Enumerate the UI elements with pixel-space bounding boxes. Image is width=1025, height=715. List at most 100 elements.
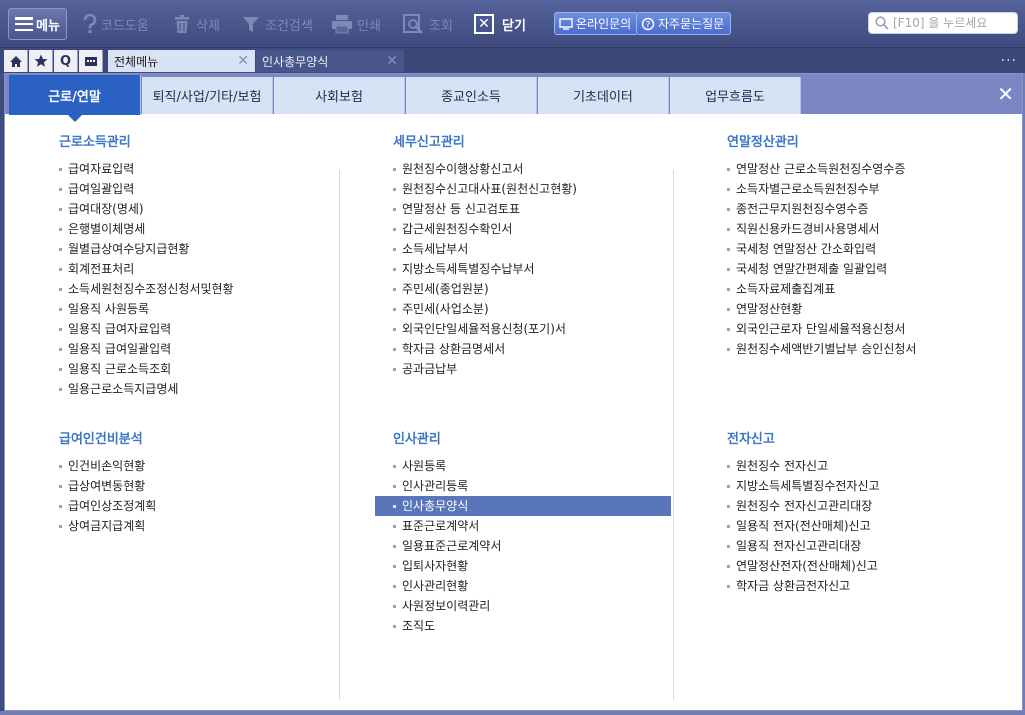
menu-item[interactable]: 학자금 상환금명세서 (393, 339, 577, 359)
menu-item[interactable]: 입퇴사자현황 (393, 556, 671, 576)
online-inquiry-button[interactable]: 온라인문의 (554, 12, 639, 35)
menu-item[interactable]: 외국인근로자 단일세율적용신청서 (727, 319, 916, 339)
menu-item[interactable]: 종전근무지원천징수영수증 (727, 199, 916, 219)
q-icon: Q (59, 53, 72, 69)
menu-item[interactable]: 급여인상조정계획 (59, 496, 156, 516)
menu-item[interactable]: 조직도 (393, 616, 671, 636)
menu-item[interactable]: 인사관리등록 (393, 476, 671, 496)
tab-hr-forms[interactable]: 인사총무양식 ✕ (256, 50, 404, 72)
menu-item[interactable]: 소득세납부서 (393, 239, 577, 259)
menu-item[interactable]: 지방소득세특별징수전자신고 (727, 476, 880, 496)
star-icon (34, 54, 47, 67)
menu-item[interactable]: 사원정보이력관리 (393, 596, 671, 616)
close-button[interactable]: ✕ 닫기 (474, 11, 526, 37)
window-edge-bottom (0, 711, 1025, 715)
category-tab-base-data[interactable]: 기초데이터 (538, 77, 669, 114)
menu-list: 급여자료입력 급여일괄입력 급여대장(명세) 은행별이체명세 월별급상여수당지급… (59, 159, 234, 399)
category-tab-workflow[interactable]: 업무흐름도 (670, 77, 801, 114)
search-doc-icon (403, 14, 423, 34)
menu-item[interactable]: 연말정산 근로소득원천징수영수증 (727, 159, 916, 179)
menu-item[interactable]: 소득자료제출집계표 (727, 279, 916, 299)
menu-item[interactable]: 일용직 급여자료입력 (59, 319, 234, 339)
svg-text:?: ? (646, 20, 651, 30)
tab-close-icon[interactable]: ✕ (237, 53, 249, 69)
menu-item[interactable]: 원천징수세액반기별납부 승인신청서 (727, 339, 916, 359)
menu-item[interactable]: 표준근로계약서 (393, 516, 671, 536)
group-title: 세무신고관리 (393, 135, 465, 150)
menu-item[interactable]: 일용직 전자신고관리대장 (727, 536, 880, 556)
menu-item[interactable]: 상여금지급계획 (59, 516, 156, 536)
more-tabs-icon[interactable]: ··· (1001, 53, 1017, 69)
menu-item[interactable]: 급여일괄입력 (59, 179, 234, 199)
filter-icon (243, 17, 259, 32)
menu-group: 급여인건비분석 인건비손익현황 급상여변동현황 급여인상조정계획 상여금지급계획 (59, 428, 156, 536)
menu-item[interactable]: 지방소득세특별징수납부서 (393, 259, 577, 279)
menu-item[interactable]: 연말정산현황 (727, 299, 916, 319)
menu-item[interactable]: 주민세(사업소분) (393, 299, 577, 319)
menu-item[interactable]: 일용근로소득지급명세 (59, 379, 234, 399)
inquiry-button[interactable]: 조회 (403, 11, 453, 37)
printer-icon (332, 15, 352, 34)
menu-item[interactable]: 급여자료입력 (59, 159, 234, 179)
menu-item[interactable]: 월별급상여수당지급현황 (59, 239, 234, 259)
condition-search-button[interactable]: 조건검색 (241, 11, 313, 37)
menu-item[interactable]: 은행별이체명세 (59, 219, 234, 239)
menu-item[interactable]: 원천징수 전자신고 (727, 456, 880, 476)
tab-all-menu[interactable]: 전체메뉴 ✕ (108, 50, 255, 72)
calendar-button[interactable] (79, 50, 103, 72)
menu-item[interactable]: 소득세원천징수조정신청서및현황 (59, 279, 234, 299)
home-button[interactable] (4, 50, 28, 72)
menu-item[interactable]: 일용직 급여일괄입력 (59, 339, 234, 359)
menu-item[interactable]: 주민세(종업원분) (393, 279, 577, 299)
category-tab-retirement[interactable]: 퇴직/사업/기타/보험 (142, 77, 273, 114)
menu-item[interactable]: 급상여변동현황 (59, 476, 156, 496)
faq-button[interactable]: ? 자주묻는질문 (636, 12, 732, 35)
category-tab-religious-income[interactable]: 종교인소득 (406, 77, 537, 114)
menu-item[interactable]: 일용표준근로계약서 (393, 536, 671, 556)
menu-list: 인건비손익현황 급상여변동현황 급여인상조정계획 상여금지급계획 (59, 456, 156, 536)
menu-item[interactable]: 원천징수신고대사표(원천신고현황) (393, 179, 577, 199)
category-tab-social-insurance[interactable]: 사회보험 (274, 77, 405, 114)
menu-group: 연말정산관리 연말정산 근로소득원천징수영수증 소득자별근로소득원천징수부 종전… (727, 131, 916, 359)
print-button[interactable]: 인쇄 (331, 11, 381, 37)
menu-item[interactable]: 국세청 연말정산 간소화입력 (727, 239, 916, 259)
home-icon (9, 55, 22, 67)
menu-label: 메뉴 (36, 18, 60, 34)
quick-button[interactable]: Q (54, 50, 78, 72)
group-title: 인사관리 (393, 432, 441, 447)
category-tab-work-yearend[interactable]: 근로/연말 (9, 75, 141, 122)
menu-item[interactable]: 사원등록 (393, 456, 671, 476)
delete-button[interactable]: 삭제 (172, 11, 220, 37)
menu-button[interactable]: 메뉴 (8, 8, 67, 40)
menu-item[interactable]: 소득자별근로소득원천징수부 (727, 179, 916, 199)
menu-item[interactable]: 학자금 상환금전자신고 (727, 576, 880, 596)
menu-item[interactable]: 국세청 연말간편제출 일괄입력 (727, 259, 916, 279)
menu-item[interactable]: 원천징수 전자신고관리대장 (727, 496, 880, 516)
menu-item[interactable]: 원천징수이행상황신고서 (393, 159, 577, 179)
menu-item[interactable]: 외국인단일세율적용신청(포기)서 (393, 319, 577, 339)
search-input[interactable] (893, 16, 1013, 30)
menu-item[interactable]: 일용직 사원등록 (59, 299, 234, 319)
menu-item[interactable]: 급여대장(명세) (59, 199, 234, 219)
menu-item-selected[interactable]: 인사총무양식 (375, 496, 671, 516)
menu-item[interactable]: 인건비손익현황 (59, 456, 156, 476)
menu-item[interactable]: 연말정산전자(전산매체)신고 (727, 556, 880, 576)
menu-item[interactable]: 직원신용카드경비사용명세서 (727, 219, 916, 239)
menu-item[interactable]: 일용직 전자(전산매체)신고 (727, 516, 880, 536)
help-icon (83, 14, 97, 33)
code-help-button[interactable]: 코드도움 (83, 11, 149, 37)
menu-item[interactable]: 인사관리현황 (393, 576, 671, 596)
menu-list: 사원등록 인사관리등록 인사총무양식 표준근로계약서 일용표준근로계약서 입퇴사… (375, 456, 671, 636)
favorites-button[interactable] (29, 50, 53, 72)
menu-item[interactable]: 갑근세원천징수확인서 (393, 219, 577, 239)
panel-close-icon[interactable]: ✕ (997, 84, 1014, 104)
menu-item[interactable]: 연말정산 등 신고검토표 (393, 199, 577, 219)
menu-list: 연말정산 근로소득원천징수영수증 소득자별근로소득원천징수부 종전근무지원천징수… (727, 159, 916, 359)
question-bubble-icon: ? (641, 17, 655, 30)
tab-close-icon[interactable]: ✕ (386, 53, 398, 69)
menu-item[interactable]: 일용직 근로소득조회 (59, 359, 234, 379)
menu-item[interactable]: 회계전표처리 (59, 259, 234, 279)
menu-search-box[interactable] (868, 12, 1018, 34)
menu-item[interactable]: 공과금납부 (393, 359, 577, 379)
menu-list: 원천징수 전자신고 지방소득세특별징수전자신고 원천징수 전자신고관리대장 일용… (727, 456, 880, 596)
